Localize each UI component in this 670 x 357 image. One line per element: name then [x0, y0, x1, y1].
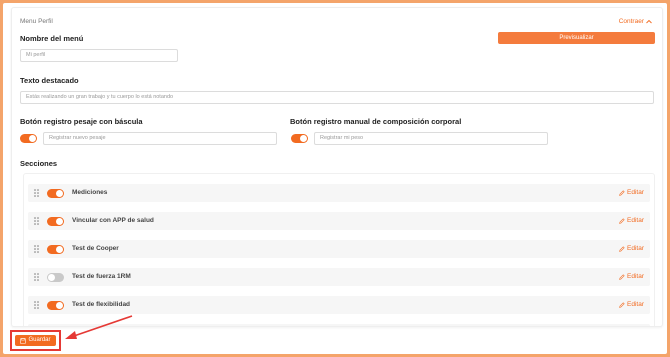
app-frame: Menu Perfil Contraer Nombre del menú Mi …: [3, 3, 667, 354]
annotation-arrow: [65, 315, 133, 339]
